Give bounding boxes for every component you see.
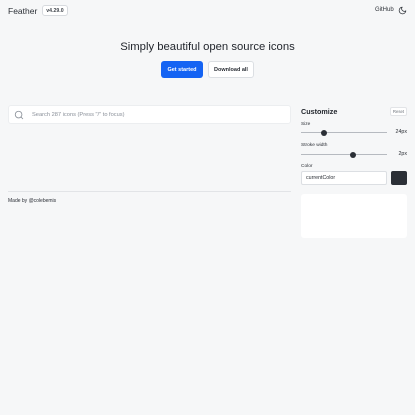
version-badge: v4.29.0 <box>42 5 68 16</box>
github-link[interactable]: GitHub <box>375 7 394 13</box>
author-link[interactable]: @colebemis <box>29 198 57 204</box>
stroke-width-slider-thumb[interactable] <box>349 151 356 158</box>
color-label: Color <box>301 164 313 169</box>
size-slider-thumb[interactable] <box>321 129 328 136</box>
download-all-button[interactable]: Download all <box>208 61 254 78</box>
footer-divider <box>8 191 291 192</box>
color-swatch[interactable] <box>391 171 407 185</box>
preview-panel <box>301 194 407 238</box>
hero-title: Simply beautiful open source icons <box>120 41 295 53</box>
search-box[interactable] <box>8 105 291 124</box>
made-by-credit: Made by @colebemis <box>8 198 56 204</box>
top-bar: Feather v4.29.0 GitHub <box>0 0 415 22</box>
customize-title: Customize <box>301 107 338 116</box>
made-by-prefix: Made by <box>8 198 29 204</box>
search-icon <box>14 110 24 120</box>
size-label: Size <box>301 122 311 127</box>
size-slider[interactable] <box>301 129 387 136</box>
theme-toggle-button[interactable] <box>397 5 407 15</box>
stroke-width-label: Stroke width <box>301 143 328 148</box>
reset-button[interactable]: Reset <box>390 107 407 116</box>
stroke-width-slider[interactable] <box>301 151 387 158</box>
stroke-width-value: 2px <box>398 151 407 157</box>
brand: Feather v4.29.0 <box>8 5 68 16</box>
size-value: 24px <box>395 129 408 135</box>
moon-icon <box>398 6 406 14</box>
get-started-button[interactable]: Get started <box>161 61 203 78</box>
color-input[interactable] <box>301 171 387 185</box>
search-input[interactable] <box>32 106 287 123</box>
brand-name[interactable]: Feather <box>8 6 37 16</box>
